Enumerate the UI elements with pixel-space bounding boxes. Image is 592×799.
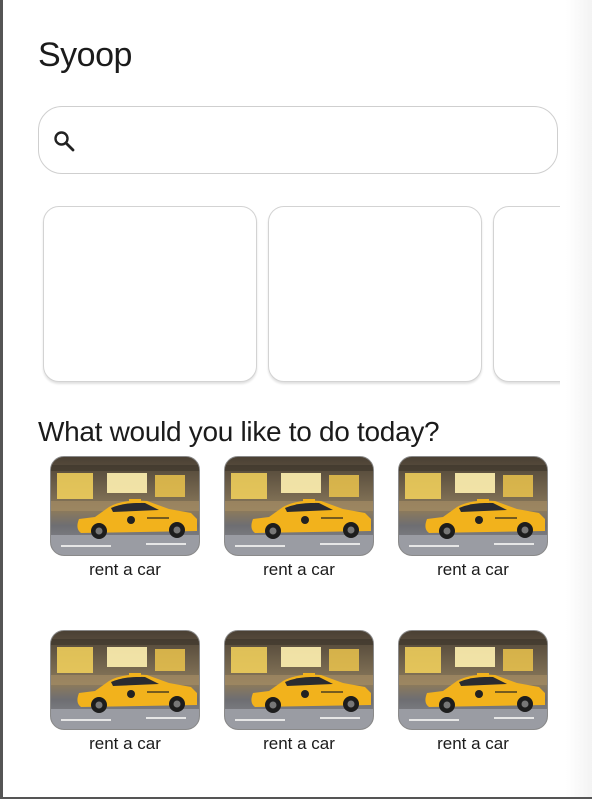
search-bar[interactable] xyxy=(38,106,558,174)
search-icon xyxy=(52,129,76,153)
taxi-image[interactable] xyxy=(50,630,200,730)
action-label: rent a car xyxy=(263,734,335,753)
action-label: rent a car xyxy=(89,560,161,579)
action-label: rent a car xyxy=(437,734,509,753)
featured-carousel[interactable] xyxy=(38,206,560,386)
featured-card[interactable] xyxy=(268,206,482,382)
section-heading: What would you like to do today? xyxy=(38,416,440,447)
action-label: rent a car xyxy=(437,560,509,579)
taxi-image[interactable] xyxy=(398,456,548,556)
taxi-image[interactable] xyxy=(224,456,374,556)
action-tile-rent-a-car[interactable]: rent a car xyxy=(398,456,548,586)
action-tile-rent-a-car[interactable]: rent a car xyxy=(398,630,548,760)
action-tile-rent-a-car[interactable]: rent a car xyxy=(224,630,374,760)
window-left-border xyxy=(0,0,3,799)
app-title: Syoop xyxy=(38,36,132,74)
action-tile-rent-a-car[interactable]: rent a car xyxy=(224,456,374,586)
scroll-shadow xyxy=(566,0,592,799)
action-label: rent a car xyxy=(263,560,335,579)
action-tile-rent-a-car[interactable]: rent a car xyxy=(50,630,200,760)
taxi-image[interactable] xyxy=(398,630,548,730)
search-input[interactable] xyxy=(91,117,545,165)
action-tile-rent-a-car[interactable]: rent a car xyxy=(50,456,200,586)
action-label: rent a car xyxy=(89,734,161,753)
taxi-image[interactable] xyxy=(224,630,374,730)
taxi-image[interactable] xyxy=(50,456,200,556)
featured-card[interactable] xyxy=(43,206,257,382)
featured-card[interactable] xyxy=(493,206,560,382)
